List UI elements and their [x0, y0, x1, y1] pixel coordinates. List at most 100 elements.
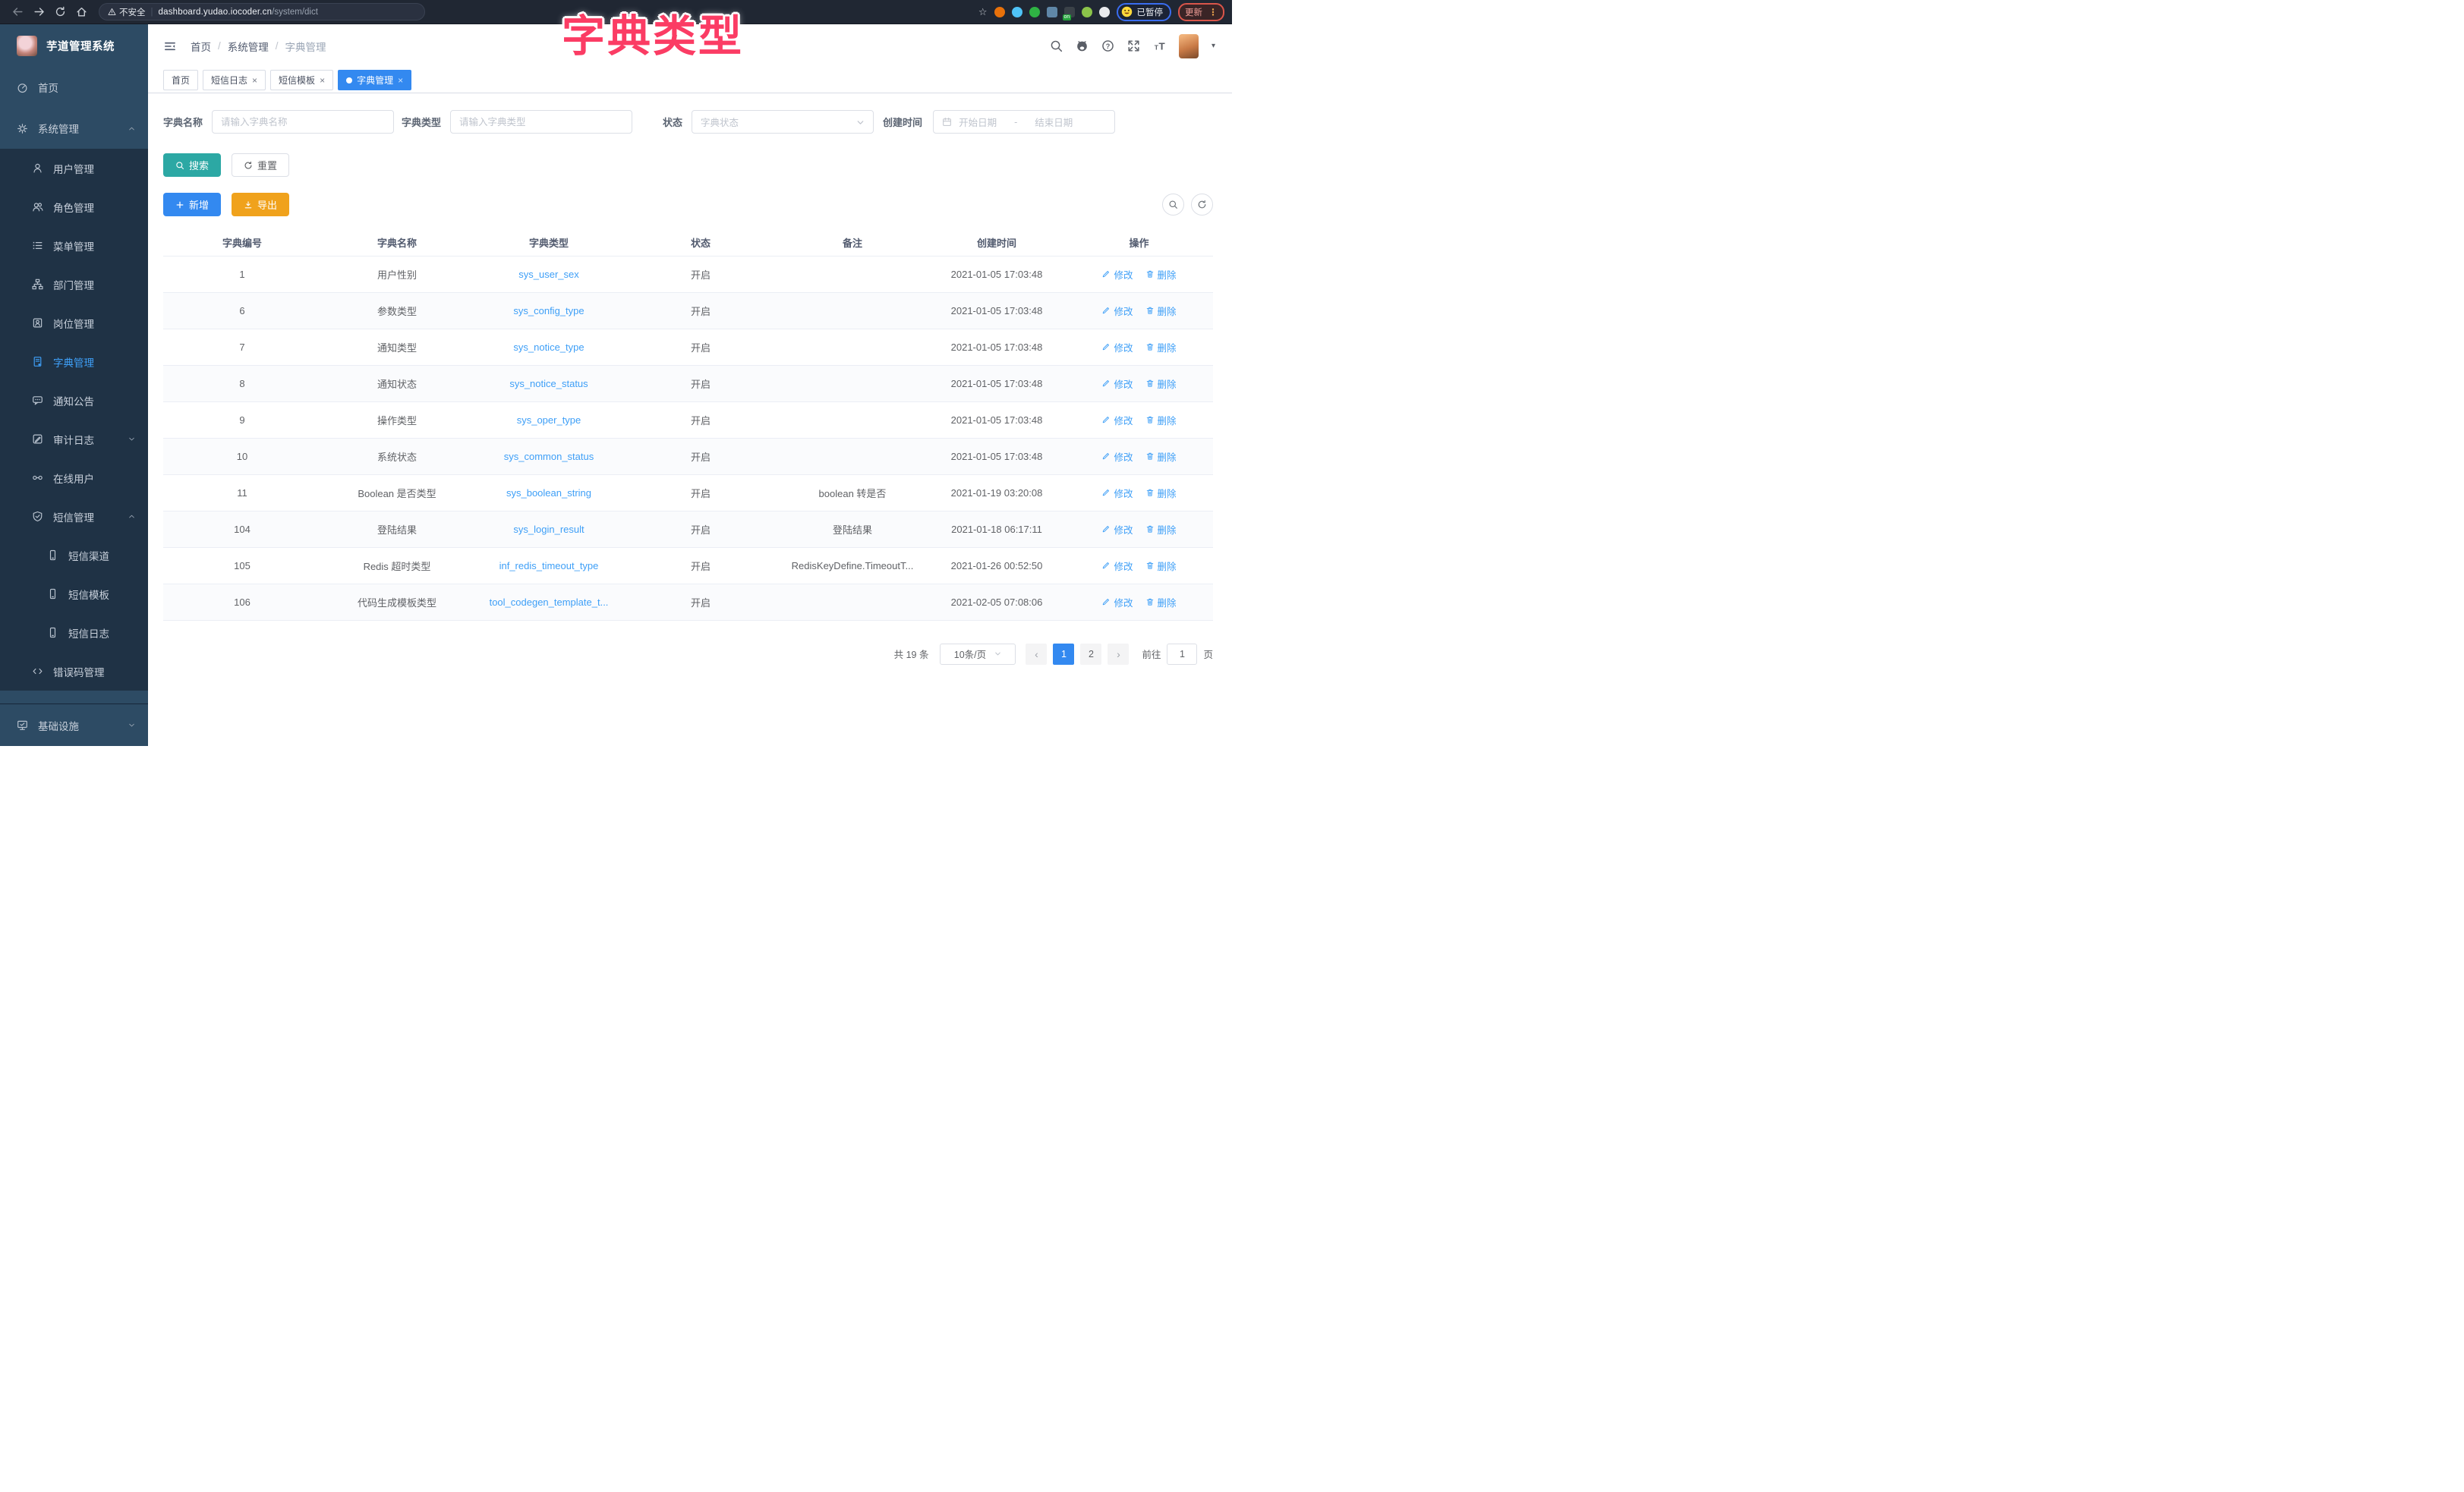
menu-list-icon	[32, 240, 43, 251]
export-button[interactable]: 导出	[232, 193, 289, 216]
dict-type-link[interactable]: tool_codegen_template_t...	[490, 596, 609, 608]
delete-link[interactable]: 删除	[1145, 522, 1177, 537]
help-icon[interactable]: ?	[1101, 39, 1114, 52]
delete-link[interactable]: 删除	[1145, 595, 1177, 609]
reset-button[interactable]: 重置	[232, 153, 289, 177]
edit-link[interactable]: 修改	[1101, 559, 1133, 573]
edit-link[interactable]: 修改	[1101, 267, 1133, 282]
edit-link[interactable]: 修改	[1101, 304, 1133, 318]
sidebar-item-system-management[interactable]: 系统管理	[0, 108, 148, 149]
dict-type-link[interactable]: sys_boolean_string	[506, 487, 591, 499]
sidebar-item-post-management[interactable]: 岗位管理	[0, 304, 148, 342]
delete-link[interactable]: 删除	[1145, 559, 1177, 573]
user-avatar[interactable]	[1179, 34, 1199, 58]
edit-link[interactable]: 修改	[1101, 413, 1133, 427]
sidebar-item-sms-template[interactable]: 短信模板	[0, 574, 148, 613]
table-refresh-icon[interactable]	[1191, 194, 1213, 216]
dict-type-link[interactable]: sys_common_status	[504, 451, 594, 462]
delete-link[interactable]: 删除	[1145, 413, 1177, 427]
create-button[interactable]: 新增	[163, 193, 221, 216]
sidebar-item-error-code-management[interactable]: 错误码管理	[0, 652, 148, 691]
dict-type-link[interactable]: sys_login_result	[513, 524, 584, 535]
search-icon[interactable]	[1050, 39, 1063, 52]
address-bar[interactable]: 不安全 | dashboard.yudao.iocoder.cn/system/…	[99, 3, 425, 20]
bookmark-star-icon[interactable]: ☆	[978, 6, 988, 18]
breadcrumb-home[interactable]: 首页	[191, 39, 211, 54]
delete-link[interactable]: 删除	[1145, 376, 1177, 391]
sidebar-item-user-management[interactable]: 用户管理	[0, 149, 148, 187]
breadcrumb-system[interactable]: 系统管理	[228, 39, 269, 54]
sidebar-item-sms-channel[interactable]: 短信渠道	[0, 536, 148, 574]
sidebar-item-dict-management[interactable]: 字典管理	[0, 342, 148, 381]
ext-green-circle[interactable]	[1029, 7, 1040, 17]
reload-icon[interactable]	[50, 3, 70, 21]
dict-type-link[interactable]: inf_redis_timeout_type	[499, 560, 599, 571]
sidebar-logo-row[interactable]: 芋道管理系统	[0, 24, 148, 67]
ext-grid-tool[interactable]	[1047, 7, 1057, 17]
edit-link[interactable]: 修改	[1101, 595, 1133, 609]
prev-page-icon[interactable]: ‹	[1026, 644, 1047, 665]
fullscreen-icon[interactable]	[1127, 39, 1140, 52]
sidebar-item-online-users[interactable]: 在线用户	[0, 458, 148, 497]
sidebar-item-notice-announcement[interactable]: 通知公告	[0, 381, 148, 420]
ext-orange-circle[interactable]	[994, 7, 1005, 17]
page-button-2[interactable]: 2	[1080, 644, 1101, 665]
font-size-icon[interactable]: TT	[1153, 39, 1166, 52]
tab-sms-template[interactable]: 短信模板×	[270, 70, 333, 90]
status-select[interactable]: 字典状态	[692, 110, 874, 134]
pagination: 共 19 条 10条/页 ‹ 12 › 前往 页	[163, 644, 1213, 665]
sidebar-item-dept-management[interactable]: 部门管理	[0, 265, 148, 304]
forward-icon[interactable]	[29, 3, 49, 21]
dict-name-input[interactable]	[212, 110, 394, 134]
kebab-menu-icon[interactable]: ⋮	[1208, 7, 1218, 17]
search-button[interactable]: 搜索	[163, 153, 221, 177]
close-tab-icon[interactable]: ×	[252, 76, 257, 85]
sidebar-item-home[interactable]: 首页	[0, 67, 148, 108]
page-button-1[interactable]: 1	[1053, 644, 1074, 665]
date-range-picker[interactable]: 开始日期 - 结束日期	[933, 110, 1115, 134]
github-icon[interactable]	[1076, 39, 1089, 52]
delete-link[interactable]: 删除	[1145, 449, 1177, 464]
delete-link[interactable]: 删除	[1145, 304, 1177, 318]
ext-white-paw[interactable]	[1099, 7, 1110, 17]
edit-link[interactable]: 修改	[1101, 340, 1133, 354]
caret-down-icon[interactable]: ▾	[1212, 42, 1215, 50]
tab-sms-log[interactable]: 短信日志×	[203, 70, 266, 90]
page-size-select[interactable]: 10条/页	[940, 644, 1016, 665]
close-tab-icon[interactable]: ×	[320, 76, 325, 85]
tab-dict-management[interactable]: 字典管理×	[338, 70, 411, 90]
ext-blue-gem[interactable]	[1012, 7, 1022, 17]
sidebar-item-role-management[interactable]: 角色管理	[0, 187, 148, 226]
delete-link[interactable]: 删除	[1145, 340, 1177, 354]
paused-extension-badge[interactable]: 已暂停	[1117, 3, 1172, 21]
sidebar-item-infrastructure[interactable]: 基础设施	[0, 704, 148, 746]
sidebar-item-audit-log[interactable]: 审计日志	[0, 420, 148, 458]
dict-type-link[interactable]: sys_user_sex	[518, 269, 578, 280]
dict-type-input[interactable]	[450, 110, 632, 134]
dict-type-link[interactable]: sys_notice_status	[509, 378, 588, 389]
dict-type-link[interactable]: sys_oper_type	[517, 414, 581, 426]
status-cell: 开启	[625, 329, 777, 365]
ext-dark-on[interactable]: on	[1064, 7, 1075, 17]
back-icon[interactable]	[8, 3, 27, 21]
home-icon[interactable]	[71, 3, 91, 21]
tab-home[interactable]: 首页	[163, 70, 198, 90]
sidebar-item-menu-management[interactable]: 菜单管理	[0, 226, 148, 265]
delete-link[interactable]: 删除	[1145, 486, 1177, 500]
ext-green-leaf[interactable]	[1082, 7, 1092, 17]
hamburger-fold-icon[interactable]	[163, 40, 177, 52]
table-search-toggle-icon[interactable]	[1162, 194, 1184, 216]
close-tab-icon[interactable]: ×	[398, 76, 403, 85]
dict-type-link[interactable]: sys_notice_type	[513, 342, 584, 353]
sidebar-item-sms-management[interactable]: 短信管理	[0, 497, 148, 536]
edit-link[interactable]: 修改	[1101, 522, 1133, 537]
next-page-icon[interactable]: ›	[1108, 644, 1129, 665]
browser-update-button[interactable]: 更新 ⋮	[1178, 3, 1224, 21]
edit-link[interactable]: 修改	[1101, 486, 1133, 500]
sidebar-item-sms-log[interactable]: 短信日志	[0, 613, 148, 652]
edit-link[interactable]: 修改	[1101, 376, 1133, 391]
edit-link[interactable]: 修改	[1101, 449, 1133, 464]
goto-page-input[interactable]	[1167, 644, 1197, 665]
delete-link[interactable]: 删除	[1145, 267, 1177, 282]
dict-type-link[interactable]: sys_config_type	[513, 305, 584, 316]
